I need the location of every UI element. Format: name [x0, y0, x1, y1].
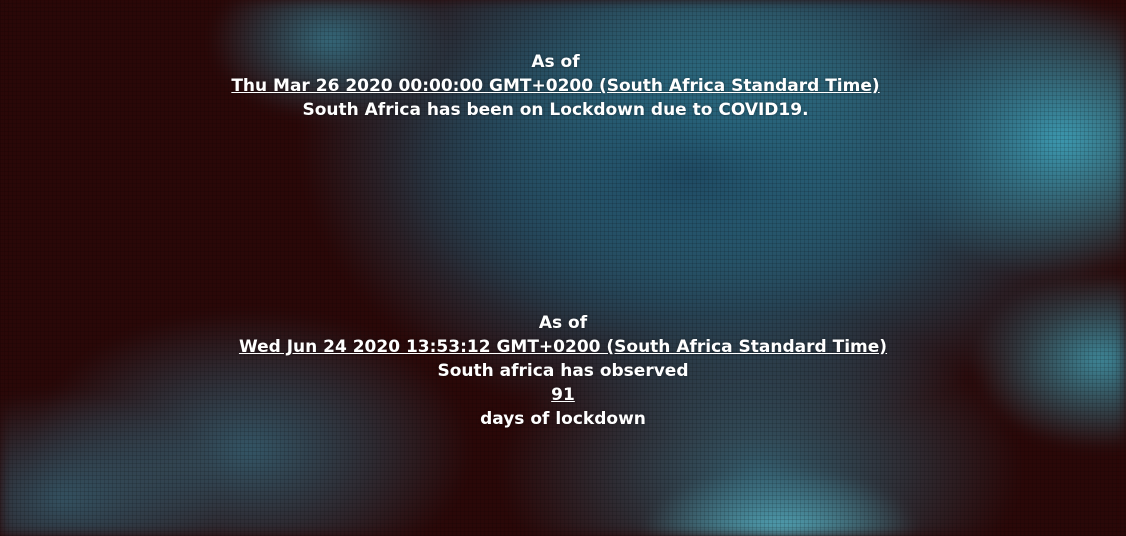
as-of-label: As of [538, 313, 588, 333]
lockdown-start-section: As of Thu Mar 26 2020 00:00:00 GMT+0200 … [0, 50, 1111, 122]
days-label: days of lockdown [480, 409, 646, 429]
as-of-label: As of [531, 52, 580, 72]
current-status-section: As of Wed Jun 24 2020 13:53:12 GMT+0200 … [0, 311, 1126, 431]
lockdown-start-date-link[interactable]: Thu Mar 26 2020 00:00:00 GMT+0200 (South… [231, 76, 879, 96]
days-count-link[interactable]: 91 [551, 385, 575, 405]
observed-label: South africa has observed [437, 361, 689, 381]
current-date-link[interactable]: Wed Jun 24 2020 13:53:12 GMT+0200 (South… [239, 337, 887, 357]
lockdown-message: South Africa has been on Lockdown due to… [302, 100, 809, 120]
